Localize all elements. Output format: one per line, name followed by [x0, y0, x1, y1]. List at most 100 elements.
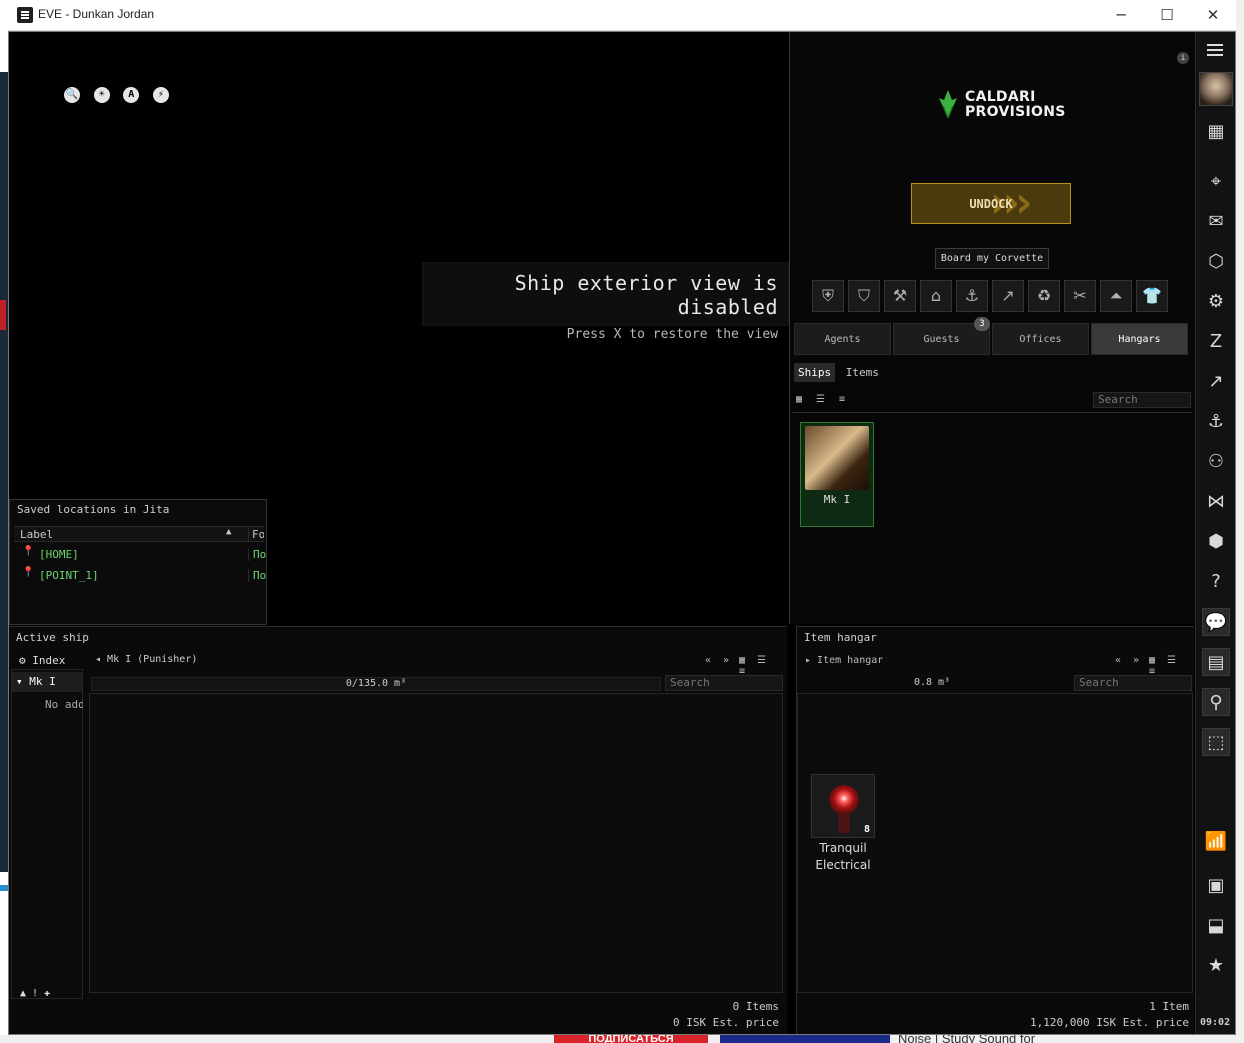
repair-icon[interactable]: ✂ — [1064, 280, 1096, 312]
item-entry[interactable]: 8 Tranquil Electrical — [810, 774, 876, 874]
nav-arrows[interactable]: « » — [705, 655, 732, 666]
sort-asc-icon[interactable]: ▲ — [226, 527, 231, 537]
redeem-icon[interactable]: ▣ — [1202, 872, 1230, 900]
neocom-sidebar: ▦ ⌖ ✉ ⬡ ⚙ Z ↗ ⚓ ⚇ ⋈ ⬢ ? 💬 ▤ ⚲ ⬚ 📶 ▣ ⬓ ★ … — [1195, 32, 1235, 1034]
item-search-input[interactable]: Search — [1074, 675, 1192, 691]
desktop-left-edge — [0, 0, 8, 1043]
active-ship-title: Active ship — [16, 631, 89, 644]
saved-location-row[interactable]: 📍 [POINT_1] По — [14, 565, 266, 585]
help-icon[interactable]: ? — [1202, 568, 1230, 596]
market-icon[interactable]: ↗ — [1202, 368, 1230, 396]
skills-icon[interactable]: Z — [1202, 328, 1230, 356]
nav-arrows[interactable]: « » — [1115, 655, 1142, 666]
item-content[interactable]: 8 Tranquil Electrical — [797, 693, 1193, 993]
window-title: EVE - Dunkan Jordan — [38, 7, 155, 21]
eve-app-icon — [17, 7, 33, 23]
chat-icon[interactable]: 💬 — [1202, 608, 1230, 636]
broadcast-icon[interactable]: 📶 — [1202, 828, 1230, 856]
brightness-icon[interactable]: ☀ — [93, 87, 110, 103]
reprocessing-icon[interactable]: ♻ — [1028, 280, 1060, 312]
ship-name: Mk I — [823, 493, 851, 506]
saved-location-folder: По — [248, 569, 266, 582]
tab-agents[interactable]: Agents — [794, 323, 891, 355]
hangar-subtabs: Ships Items — [794, 363, 883, 385]
power-icon[interactable]: ⚡ — [152, 87, 169, 103]
eve-clock: 09:02 — [1200, 1017, 1231, 1028]
fleet-icon[interactable]: ⌖ — [1202, 168, 1230, 196]
tab-hangars[interactable]: Hangars — [1091, 323, 1188, 355]
no-add-text: No add — [45, 698, 83, 711]
saved-location-label: [HOME] — [39, 548, 79, 561]
video-title[interactable]: Noise | Study Sound for — [898, 1035, 1035, 1043]
view-mode-icons[interactable]: ▦ ☰ ≡ — [739, 655, 787, 677]
insurance-icon[interactable]: ⛉ — [848, 280, 880, 312]
subscribe-button[interactable]: ПОДПИСАТЬСЯ — [554, 1035, 708, 1043]
saved-locations-header: Label ▲ Fol — [14, 526, 264, 542]
exterior-view-title: Ship exterior view is disabled — [514, 271, 778, 319]
industry-icon[interactable]: ⚙ — [1202, 288, 1230, 316]
repair-shop-icon[interactable]: ⚒ — [884, 280, 916, 312]
index-button[interactable]: ⚙ Index — [19, 654, 65, 667]
close-button[interactable]: ✕ — [1190, 0, 1236, 30]
character-portrait[interactable] — [1199, 72, 1233, 106]
active-ship-footer: 0 Items 0 ISK Est. price — [569, 999, 779, 1031]
inventory-icon[interactable]: ▦ — [1202, 118, 1230, 146]
mail-icon[interactable]: ✉ — [1202, 208, 1230, 236]
character-customization-icon[interactable]: 👕 — [1136, 280, 1168, 312]
ships-list: Mk I — [792, 412, 1192, 622]
corporation-logo: CALDARI PROVISIONS — [935, 88, 1065, 124]
cargo-content[interactable] — [89, 693, 783, 993]
ship-item[interactable]: Mk I — [800, 422, 874, 527]
search-icon[interactable]: ⚲ — [1202, 688, 1230, 716]
inventory-window-icon[interactable]: ⬚ — [1202, 728, 1230, 756]
undock-button[interactable]: ››› UNDOCK — [911, 183, 1071, 224]
active-ship-window: Active ship ⚙ Index ▾ Mk I No add ▲ ! ✚ … — [9, 626, 787, 1034]
assets-icon[interactable]: ⬡ — [1202, 248, 1230, 276]
info-icon[interactable]: i — [1177, 52, 1189, 64]
market-icon[interactable]: ↗ — [992, 280, 1024, 312]
industry-icon[interactable]: ⌂ — [920, 280, 952, 312]
view-mode-icons[interactable]: ▦ ☰ ≡ — [796, 394, 849, 405]
pin-icon: 📍 — [22, 546, 35, 557]
subtab-items[interactable]: Items — [842, 363, 883, 382]
item-hangar-title: Item hangar — [804, 631, 877, 644]
capacity-bar: 0.8 m³ — [913, 677, 951, 688]
tab-offices[interactable]: Offices — [992, 323, 1089, 355]
contracts-icon[interactable]: ⚇ — [1202, 448, 1230, 476]
exterior-view-hint: Press X to restore the view — [566, 327, 778, 342]
saved-locations-title: Saved locations in Jita — [17, 503, 170, 516]
tree-bottom-tools[interactable]: ▲ ! ✚ — [20, 988, 50, 999]
map-icon[interactable]: ⋈ — [1202, 488, 1230, 516]
autopilot-icon[interactable]: A — [123, 87, 140, 103]
store-icon[interactable]: ⬓ — [1202, 912, 1230, 940]
view-mode-icons[interactable]: ▦ ☰ ≡ — [1149, 655, 1194, 677]
news-icon[interactable]: ▤ — [1202, 648, 1230, 676]
subtab-ships[interactable]: Ships — [794, 363, 836, 382]
agency-icon[interactable]: ⬢ — [1202, 528, 1230, 556]
tree-item-ship[interactable]: ▾ Mk I — [12, 672, 82, 692]
container-tree: ▾ Mk I No add ▲ ! ✚ — [11, 669, 83, 999]
saved-location-label: [POINT_1] — [39, 569, 99, 582]
menu-icon[interactable] — [1207, 44, 1223, 59]
fitting-icon[interactable]: ⚓ — [956, 280, 988, 312]
security-office-icon[interactable]: ⛨ — [812, 280, 844, 312]
item-quantity: 8 — [863, 824, 870, 835]
punisher-ship-icon — [805, 426, 869, 490]
maximize-button[interactable]: ☐ — [1144, 0, 1190, 30]
ships-search-input[interactable]: Search — [1093, 392, 1191, 408]
board-corvette-button[interactable]: Board my Corvette — [935, 248, 1049, 269]
lp-store-icon[interactable]: ⏶ — [1100, 280, 1132, 312]
items-count: 1 Item — [1149, 1000, 1189, 1013]
item-hangar-footer: 1 Item 1,120,000 ISK Est. price — [977, 999, 1189, 1031]
saved-location-row[interactable]: 📍 [HOME] По — [14, 544, 266, 564]
station-services-panel: i CALDARI PROVISIONS ››› UNDOCK Board my… — [789, 32, 1195, 624]
cargo-search-input[interactable]: Search — [665, 675, 783, 691]
folder-column-header[interactable]: Fol — [248, 528, 264, 541]
fitting-icon[interactable]: ⚓ — [1202, 408, 1230, 436]
nes-icon[interactable]: ★ — [1202, 952, 1230, 980]
zoom-icon[interactable]: 🔍 — [64, 87, 80, 103]
label-column-header[interactable]: Label — [20, 528, 53, 541]
video-thumbnail[interactable] — [720, 1035, 890, 1043]
minimize-button[interactable]: ─ — [1098, 0, 1144, 30]
logo-line-2: PROVISIONS — [965, 104, 1066, 120]
